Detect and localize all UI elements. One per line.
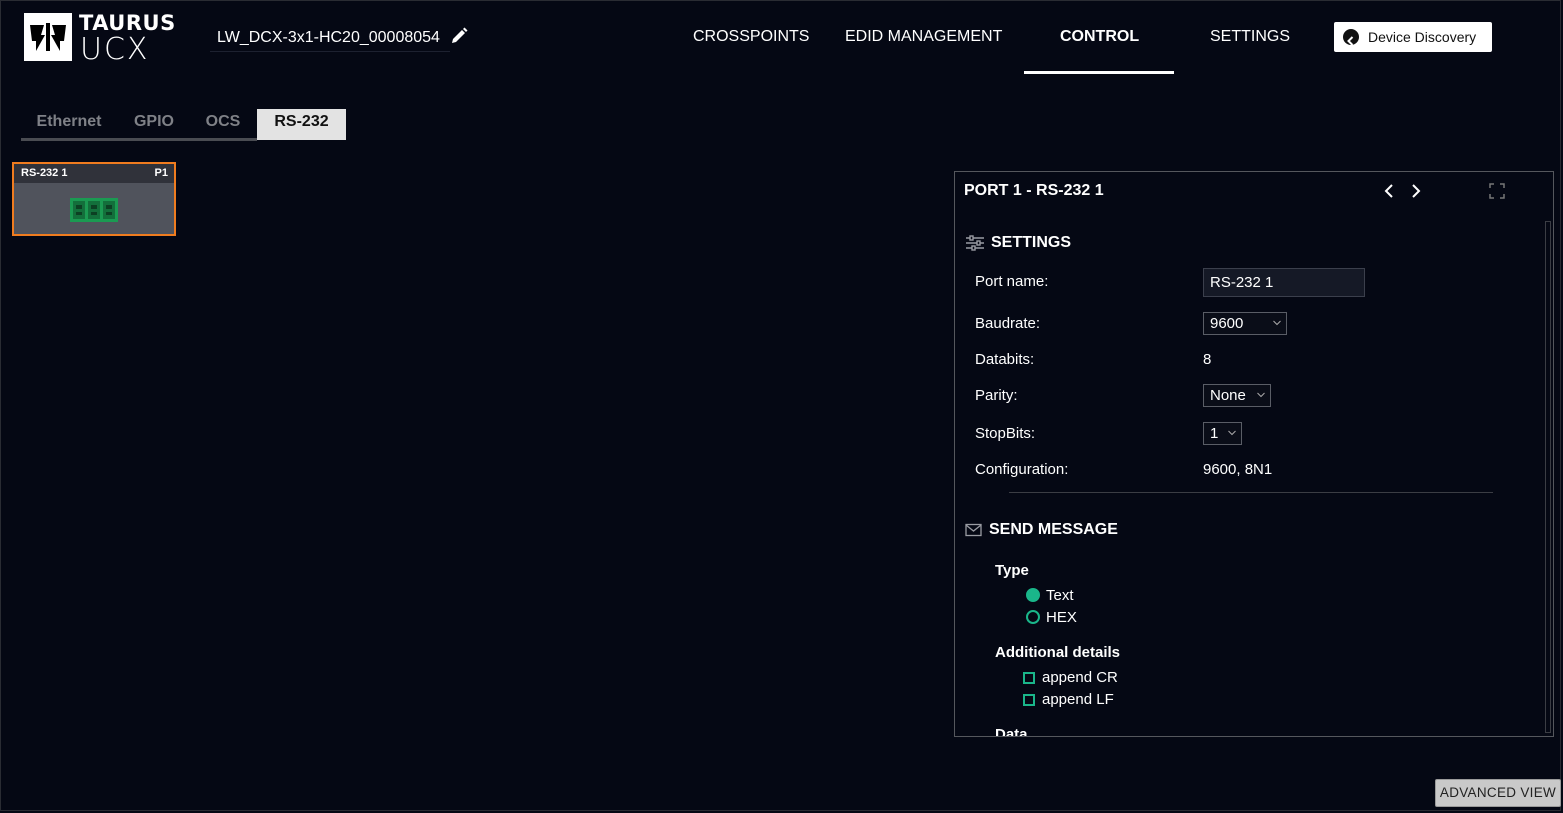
tab-ethernet[interactable]: Ethernet — [21, 109, 117, 140]
stopbits-value: 1 — [1210, 425, 1219, 442]
configuration-value: 9600, 8N1 — [1203, 461, 1273, 478]
back-arrow-icon — [1343, 29, 1359, 46]
additional-details-label: Additional details — [995, 644, 1121, 661]
send-message-heading: SEND MESSAGE — [989, 521, 1118, 538]
append-cr-label: append CR — [1042, 669, 1118, 686]
port-name-label: Port name: — [975, 273, 1049, 290]
port-card-label: RS-232 1 — [21, 167, 68, 179]
nav-control[interactable]: CONTROL — [1060, 28, 1139, 46]
device-discovery-button[interactable]: Device Discovery — [1334, 22, 1492, 52]
pencil-edit-icon[interactable] — [449, 26, 469, 46]
stopbits-select[interactable]: 1 — [1203, 422, 1242, 445]
envelope-icon — [965, 523, 985, 539]
radio-text-label: Text — [1046, 587, 1074, 604]
panel-scrollbar[interactable] — [1545, 221, 1551, 733]
device-name-field[interactable]: LW_DCX-3x1-HC20_00008054 — [210, 24, 450, 52]
databits-label: Databits: — [975, 351, 1035, 368]
port-card-rs232-1[interactable]: RS-232 1 P1 — [12, 162, 176, 236]
sliders-settings-icon — [965, 235, 985, 251]
parity-select[interactable]: None — [1203, 384, 1271, 407]
stopbits-label: StopBits: — [975, 425, 1036, 442]
append-lf-label: append LF — [1042, 691, 1114, 708]
tab-rs232[interactable]: RS-232 — [257, 109, 346, 140]
chevron-down-icon — [1228, 430, 1236, 436]
advanced-view-button[interactable]: ADVANCED VIEW — [1435, 779, 1561, 807]
port-card-header: RS-232 1 P1 — [14, 164, 174, 183]
port-card-port-number: P1 — [154, 167, 168, 179]
baudrate-value: 9600 — [1210, 315, 1244, 332]
parity-label: Parity: — [975, 387, 1018, 404]
append-lf-checkbox[interactable] — [1023, 694, 1035, 706]
configuration-label: Configuration: — [975, 461, 1069, 478]
databits-value: 8 — [1203, 351, 1212, 368]
chevron-right-icon[interactable] — [1407, 181, 1425, 201]
port-details-panel: PORT 1 - RS-232 1 SETTINGS Port name: RS… — [954, 171, 1554, 737]
tab-ocs[interactable]: OCS — [190, 109, 256, 140]
phoenix-connector-icon — [69, 196, 119, 224]
settings-heading: SETTINGS — [991, 234, 1072, 251]
taurus-ucx-logo: TAURUS UCX — [24, 11, 175, 67]
radio-hex-label: HEX — [1046, 609, 1077, 626]
panel-title: PORT 1 - RS-232 1 — [964, 182, 1104, 199]
chevron-down-icon — [1273, 320, 1281, 326]
lightware-logo-icon — [24, 13, 72, 61]
logo-text-ucx: UCX — [80, 32, 150, 67]
radio-hex[interactable] — [1026, 610, 1040, 624]
chevron-down-icon — [1257, 392, 1265, 398]
type-label: Type — [995, 562, 1029, 579]
fullscreen-icon[interactable] — [1489, 183, 1505, 199]
baudrate-label: Baudrate: — [975, 315, 1041, 332]
parity-value: None — [1210, 387, 1246, 404]
device-discovery-label: Device Discovery — [1368, 29, 1477, 45]
nav-settings[interactable]: SETTINGS — [1210, 28, 1290, 46]
nav-edid-management[interactable]: EDID MANAGEMENT — [845, 28, 1002, 46]
nav-active-indicator — [1024, 71, 1174, 74]
append-cr-checkbox[interactable] — [1023, 672, 1035, 684]
nav-crosspoints[interactable]: CROSSPOINTS — [693, 28, 809, 46]
radio-text[interactable] — [1026, 588, 1040, 602]
baudrate-select[interactable]: 9600 — [1203, 312, 1287, 335]
tab-gpio[interactable]: GPIO — [120, 109, 188, 140]
data-label: Data — [995, 726, 1028, 737]
port-name-input[interactable]: RS-232 1 — [1203, 268, 1365, 297]
chevron-left-icon[interactable] — [1380, 181, 1398, 201]
section-divider — [1009, 492, 1493, 493]
